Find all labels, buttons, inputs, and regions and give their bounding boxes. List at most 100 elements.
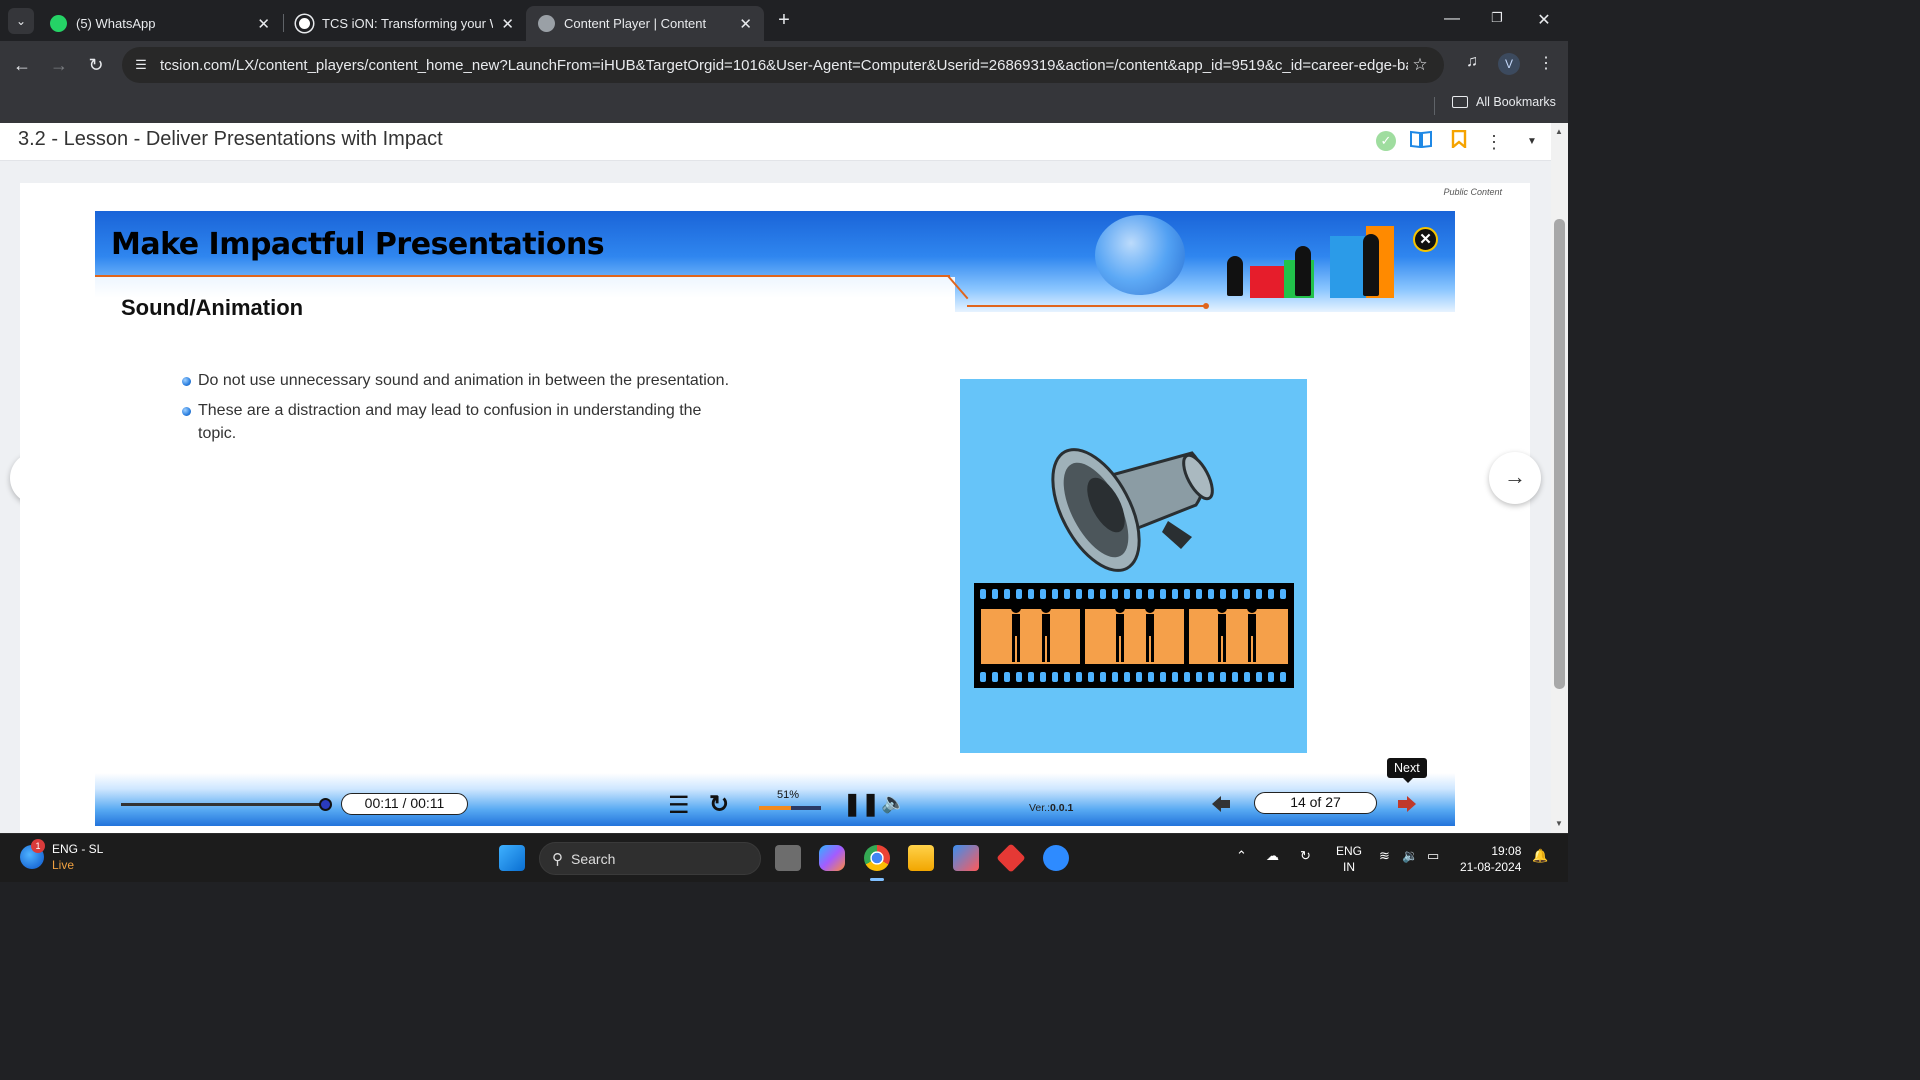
next-tooltip: Next bbox=[1387, 758, 1427, 783]
windows-start-icon[interactable] bbox=[499, 845, 525, 871]
bookmarks-bar: All Bookmarks bbox=[0, 89, 1568, 123]
book-icon[interactable] bbox=[1409, 130, 1433, 154]
next-slide-arrow-icon[interactable] bbox=[1397, 794, 1417, 814]
more-options-icon[interactable]: ⋮ bbox=[1482, 130, 1506, 154]
collapse-caret-icon[interactable]: ▼ bbox=[1520, 130, 1544, 154]
url-text[interactable]: tcsion.com/LX/content_players/content_ho… bbox=[160, 57, 1408, 74]
globe-graphic bbox=[1095, 215, 1185, 295]
seek-bar[interactable] bbox=[121, 803, 326, 806]
browser-toolbar: ← → ↻ ☰ tcsion.com/LX/content_players/co… bbox=[0, 41, 1568, 89]
close-icon[interactable]: ✕ bbox=[501, 15, 514, 33]
whatsapp-icon bbox=[50, 15, 67, 32]
lesson-header: 3.2 - Lesson - Deliver Presentations wit… bbox=[0, 123, 1551, 161]
forward-button[interactable]: → bbox=[47, 53, 71, 77]
banner-accent-line bbox=[95, 275, 950, 277]
bar-graphic bbox=[1330, 236, 1366, 298]
search-icon: ⚲ bbox=[552, 850, 563, 868]
search-label: Search bbox=[571, 850, 616, 867]
sync-icon[interactable]: ↻ bbox=[1300, 848, 1311, 864]
tab-tcs-ion[interactable]: TCS iON: Transforming your Wo ✕ bbox=[284, 6, 526, 41]
help-icon[interactable] bbox=[1043, 845, 1069, 871]
microsoft-store-icon[interactable] bbox=[953, 845, 979, 871]
scroll-thumb[interactable] bbox=[1554, 219, 1565, 689]
seek-handle[interactable] bbox=[319, 798, 332, 811]
chevron-down-icon: ⌄ bbox=[15, 14, 27, 28]
version-label: Ver.:0.0.1 bbox=[1029, 802, 1073, 814]
volume-icon[interactable]: 🔈 bbox=[881, 790, 906, 815]
show-hidden-icons[interactable]: ⌃ bbox=[1236, 848, 1247, 864]
public-content-label: Public Content bbox=[1443, 187, 1502, 197]
close-icon[interactable]: ✕ bbox=[257, 15, 270, 33]
new-tab-button[interactable]: + bbox=[773, 9, 795, 31]
language-code: ENG bbox=[1336, 844, 1363, 858]
file-explorer-icon[interactable] bbox=[908, 845, 934, 871]
menu-list-icon[interactable]: ☰ bbox=[668, 791, 690, 820]
region-code: IN bbox=[1343, 860, 1355, 874]
walking-person-graphic bbox=[1295, 246, 1311, 296]
tab-title: (5) WhatsApp bbox=[76, 16, 156, 31]
profile-avatar[interactable]: V bbox=[1498, 53, 1520, 75]
speaker-icon[interactable]: 🔉 bbox=[1402, 848, 1418, 864]
next-lesson-button[interactable]: → bbox=[1489, 452, 1541, 504]
clock-date: 21-08-2024 bbox=[1460, 860, 1522, 874]
window-close-button[interactable]: ✕ bbox=[1533, 10, 1555, 30]
lesson-title: 3.2 - Lesson - Deliver Presentations wit… bbox=[18, 128, 443, 150]
chrome-icon[interactable] bbox=[864, 845, 890, 871]
close-slide-button[interactable]: ✕ bbox=[1413, 227, 1438, 252]
globe-icon bbox=[538, 15, 555, 32]
restore-button[interactable]: ❐ bbox=[1486, 10, 1508, 26]
slide-title: Make Impactful Presentations bbox=[111, 227, 605, 262]
bookmark-icon[interactable] bbox=[1447, 129, 1471, 154]
clock[interactable]: 19:08 21-08-2024 bbox=[1460, 843, 1521, 875]
reload-button[interactable]: ↻ bbox=[84, 53, 108, 77]
banner-accent-line bbox=[967, 305, 1207, 307]
bullet-list: Do not use unnecessary sound and animati… bbox=[181, 369, 741, 452]
wifi-icon[interactable]: ≋ bbox=[1379, 848, 1390, 864]
media-control-icon[interactable]: ♫ bbox=[1460, 53, 1484, 71]
weather-icon: 1 bbox=[20, 839, 45, 869]
battery-icon[interactable]: ▭ bbox=[1427, 848, 1439, 864]
site-info-icon[interactable]: ☰ bbox=[130, 54, 152, 76]
tab-title: TCS iON: Transforming your Wo bbox=[322, 16, 494, 31]
tab-search-button[interactable]: ⌄ bbox=[8, 8, 34, 34]
back-button[interactable]: ← bbox=[10, 53, 34, 77]
taskbar-search[interactable]: ⚲ Search bbox=[539, 842, 761, 875]
progress-fill bbox=[759, 806, 791, 810]
replay-icon[interactable]: ↻ bbox=[709, 790, 729, 819]
progress-bar bbox=[759, 806, 821, 810]
active-app-indicator bbox=[870, 878, 884, 881]
previous-slide-arrow-icon[interactable] bbox=[1211, 794, 1231, 814]
walking-person-graphic bbox=[1363, 234, 1379, 296]
scroll-down-arrow[interactable]: ▼ bbox=[1555, 819, 1563, 828]
clock-time: 19:08 bbox=[1491, 844, 1522, 858]
copilot-icon[interactable] bbox=[819, 845, 845, 871]
film-strip-graphic bbox=[974, 583, 1294, 688]
weather-widget[interactable]: 1 ENG - SL Live bbox=[20, 839, 104, 873]
notification-badge: 1 bbox=[31, 839, 45, 853]
app-icon[interactable] bbox=[996, 843, 1026, 873]
menu-kebab-icon[interactable]: ⋮ bbox=[1534, 53, 1558, 73]
language-indicator[interactable]: ENG IN bbox=[1336, 843, 1362, 875]
tcs-ion-icon bbox=[296, 15, 313, 32]
page-viewport: 3.2 - Lesson - Deliver Presentations wit… bbox=[0, 123, 1551, 833]
all-bookmarks-button[interactable]: All Bookmarks bbox=[1452, 95, 1556, 109]
content-card: Public Content Make Impactful Presentati… bbox=[20, 183, 1530, 833]
onedrive-icon[interactable]: ☁ bbox=[1266, 848, 1279, 864]
illustration-svg bbox=[974, 448, 1294, 688]
tab-content-player[interactable]: Content Player | Content ✕ bbox=[526, 6, 764, 41]
scroll-up-arrow[interactable]: ▲ bbox=[1555, 127, 1563, 136]
close-icon[interactable]: ✕ bbox=[739, 15, 752, 33]
notification-bell-icon[interactable]: 🔔 bbox=[1532, 848, 1548, 864]
tab-whatsapp[interactable]: (5) WhatsApp ✕ bbox=[38, 6, 282, 41]
version-number: 0.0.1 bbox=[1050, 802, 1074, 814]
weather-line: ENG - SL bbox=[52, 842, 104, 856]
task-view-icon[interactable] bbox=[775, 845, 801, 871]
minimize-button[interactable]: — bbox=[1441, 10, 1463, 28]
player-controls: Next 00:11 / 00:11 ☰ ↻ 51% ❚❚ 🔈 Ver.:0.0… bbox=[95, 758, 1455, 826]
address-bar[interactable]: ☰ tcsion.com/LX/content_players/content_… bbox=[122, 47, 1444, 83]
page-scrollbar[interactable]: ▲ ▼ bbox=[1551, 123, 1568, 833]
completed-check-icon: ✓ bbox=[1376, 131, 1396, 151]
version-prefix: Ver.: bbox=[1029, 802, 1051, 814]
pause-icon[interactable]: ❚❚ bbox=[843, 791, 880, 817]
bookmark-star-icon[interactable]: ☆ bbox=[1408, 55, 1432, 75]
